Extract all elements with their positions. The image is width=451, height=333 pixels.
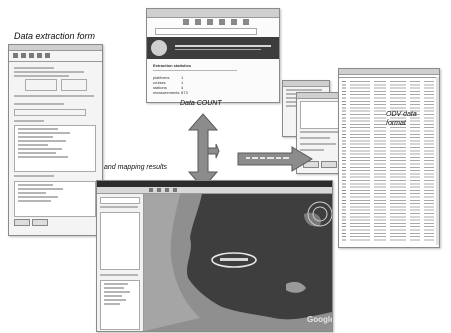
extraction-statistics-screenshot: Extraction statistics platforms 1 cruise… <box>146 8 280 103</box>
map-toolbar <box>97 187 332 194</box>
file-columns <box>342 81 436 241</box>
form-body <box>11 65 99 230</box>
google-logo: Google <box>307 315 333 324</box>
search-input[interactable] <box>100 197 140 204</box>
map-screenshot: Google <box>96 180 333 332</box>
label-mapping-results: and mapping results <box>104 164 168 171</box>
parameter-list[interactable] <box>14 125 96 172</box>
submit-buttons[interactable] <box>14 219 50 226</box>
extraction-form-screenshot <box>8 44 103 236</box>
up-down-double-arrow-icon <box>187 113 220 189</box>
layers-tree[interactable] <box>100 280 140 330</box>
scrollbar[interactable] <box>436 77 439 245</box>
places-tree[interactable] <box>100 212 140 270</box>
map-view[interactable] <box>144 194 332 331</box>
browser-toolbar <box>9 45 102 51</box>
browser-toolbar <box>147 9 279 18</box>
label-data-count: Data COUNT <box>180 100 222 107</box>
stat-value-measurements: 873 <box>181 90 188 95</box>
statistics-heading: Extraction statistics <box>153 63 192 68</box>
layers-panel <box>97 194 144 331</box>
odv-data-file-screenshot <box>338 68 440 248</box>
site-banner <box>147 37 279 59</box>
label-odv-data-format: ODV data format <box>386 111 417 127</box>
right-arrow-icon <box>237 146 313 172</box>
station-list[interactable] <box>14 181 96 217</box>
address-bar[interactable] <box>155 28 257 35</box>
logo-icon <box>151 40 167 56</box>
stat-label-measurements: measurements <box>153 90 180 95</box>
label-data-extraction-form: Data extraction form <box>14 31 96 41</box>
toolbar-icons <box>183 19 273 25</box>
toolbar-icons <box>13 53 99 58</box>
cancel-button[interactable] <box>321 161 337 168</box>
